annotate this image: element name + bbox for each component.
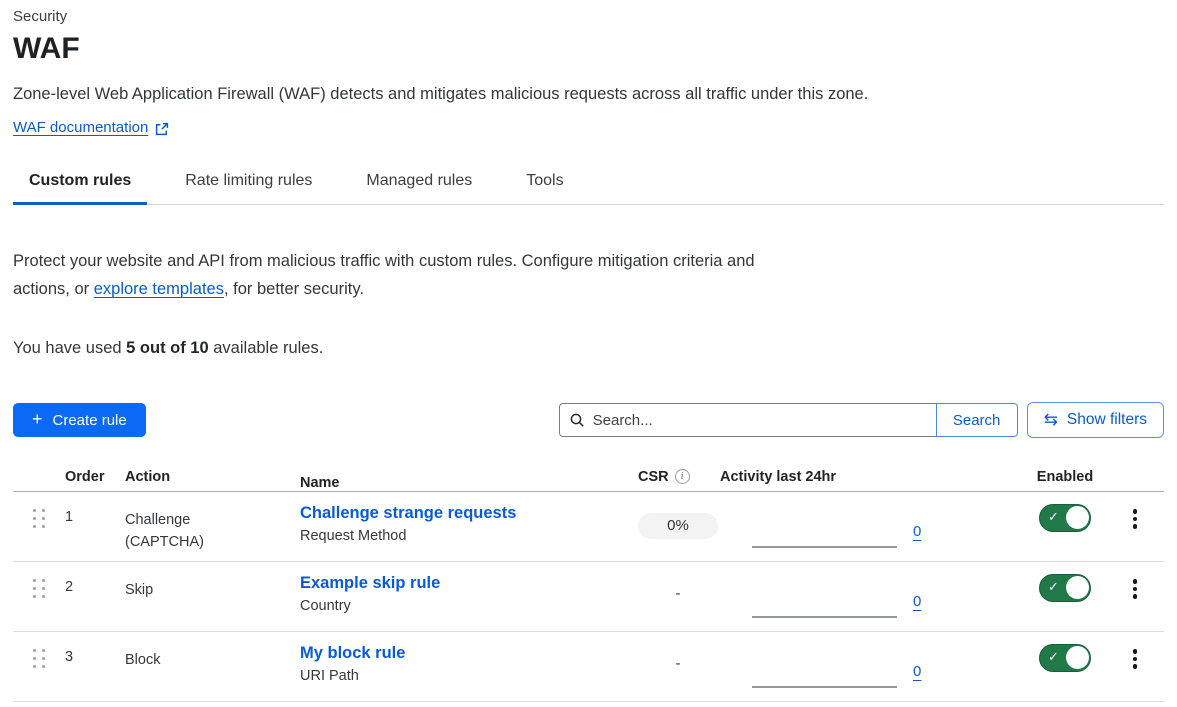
external-link-icon <box>155 122 169 136</box>
toggle-knob <box>1066 646 1089 669</box>
search-group: Search <box>559 403 1018 437</box>
table-header: Order Action Name CSR i Activity last 24… <box>13 462 1164 492</box>
header-enabled: Enabled <box>1010 469 1120 485</box>
rule-action: Challenge (CAPTCHA) <box>125 509 217 553</box>
show-filters-button[interactable]: ⇆ Show filters <box>1027 402 1164 438</box>
header-order: Order <box>65 469 125 485</box>
rule-order: 3 <box>65 632 125 701</box>
activity-sparkline <box>752 546 897 548</box>
search-button[interactable]: Search <box>936 403 1018 437</box>
kebab-menu-icon[interactable] <box>1129 577 1141 601</box>
rule-name-link[interactable]: Challenge strange requests <box>300 504 516 523</box>
page-title: WAF <box>13 32 1164 66</box>
rule-name-link[interactable]: Example skip rule <box>300 574 440 593</box>
header-menu-spacer <box>1120 469 1164 484</box>
header-activity: Activity last 24hr <box>720 469 1010 485</box>
enabled-toggle[interactable]: ✓ <box>1039 574 1091 602</box>
check-icon: ✓ <box>1048 509 1059 525</box>
rule-action: Skip <box>125 579 153 601</box>
explore-templates-link[interactable]: explore templates <box>94 280 224 298</box>
activity-count-link[interactable]: 0 <box>913 593 921 610</box>
table-row: 2 Skip Example skip rule Country - 0 ✓ <box>13 562 1164 632</box>
drag-handle-icon[interactable] <box>33 579 45 598</box>
tab-managed-rules[interactable]: Managed rules <box>350 164 488 205</box>
header-name: Name <box>300 463 638 491</box>
rule-field: Country <box>300 598 638 614</box>
page-description: Zone-level Web Application Firewall (WAF… <box>13 85 1164 104</box>
usage-prefix: You have used <box>13 339 126 357</box>
csr-value: - <box>638 583 718 602</box>
rule-field: URI Path <box>300 668 638 684</box>
rule-action: Block <box>125 649 160 671</box>
activity-sparkline <box>752 686 897 688</box>
table-row: 3 Block My block rule URI Path - 0 ✓ <box>13 632 1164 702</box>
intro-text: Protect your website and API from malici… <box>13 247 755 303</box>
kebab-menu-icon[interactable] <box>1129 647 1141 671</box>
csr-badge: 0% <box>638 513 718 539</box>
toggle-knob <box>1066 576 1089 599</box>
create-rule-button[interactable]: + Create rule <box>13 403 146 437</box>
rule-order: 1 <box>65 492 125 561</box>
activity-sparkline <box>752 616 897 618</box>
plus-icon: + <box>32 410 43 428</box>
enabled-toggle[interactable]: ✓ <box>1039 644 1091 672</box>
doc-link-row: WAF documentation <box>13 119 1164 136</box>
breadcrumb-security: Security <box>13 8 1164 25</box>
check-icon: ✓ <box>1048 579 1059 595</box>
waf-documentation-link[interactable]: WAF documentation <box>13 119 148 136</box>
rule-order: 2 <box>65 562 125 631</box>
kebab-menu-icon[interactable] <box>1129 507 1141 531</box>
activity-count-link[interactable]: 0 <box>913 523 921 540</box>
info-icon[interactable]: i <box>675 469 690 484</box>
tab-custom-rules[interactable]: Custom rules <box>13 164 147 205</box>
tab-bar: Custom rules Rate limiting rules Managed… <box>13 164 1164 205</box>
create-rule-label: Create rule <box>53 412 127 429</box>
rule-name-link[interactable]: My block rule <box>300 644 405 663</box>
swap-arrows-icon: ⇆ <box>1044 411 1058 428</box>
table-row: 1 Challenge (CAPTCHA) Challenge strange … <box>13 492 1164 562</box>
tab-rate-limiting-rules[interactable]: Rate limiting rules <box>169 164 328 205</box>
intro-after: , for better security. <box>224 280 364 298</box>
toggle-knob <box>1066 506 1089 529</box>
tab-tools[interactable]: Tools <box>510 164 579 205</box>
activity-count-link[interactable]: 0 <box>913 663 921 680</box>
header-action: Action <box>125 469 300 485</box>
header-csr: CSR i <box>638 469 720 485</box>
rule-field: Request Method <box>300 528 638 544</box>
rules-toolbar: + Create rule Search ⇆ Show filt <box>13 402 1164 438</box>
enabled-toggle[interactable]: ✓ <box>1039 504 1091 532</box>
usage-count: 5 out of 10 <box>126 339 209 357</box>
search-input[interactable] <box>559 403 936 437</box>
header-csr-label: CSR <box>638 469 669 485</box>
usage-text: You have used 5 out of 10 available rule… <box>13 339 1164 358</box>
check-icon: ✓ <box>1048 649 1059 665</box>
header-drag-spacer <box>13 468 65 485</box>
csr-value: - <box>638 653 718 672</box>
toolbar-right: Search ⇆ Show filters <box>559 402 1164 438</box>
drag-handle-icon[interactable] <box>33 509 45 528</box>
waf-page: Security WAF Zone-level Web Application … <box>0 0 1177 702</box>
rules-table: Order Action Name CSR i Activity last 24… <box>13 462 1164 702</box>
drag-handle-icon[interactable] <box>33 649 45 668</box>
usage-suffix: available rules. <box>209 339 324 357</box>
show-filters-label: Show filters <box>1067 411 1147 429</box>
